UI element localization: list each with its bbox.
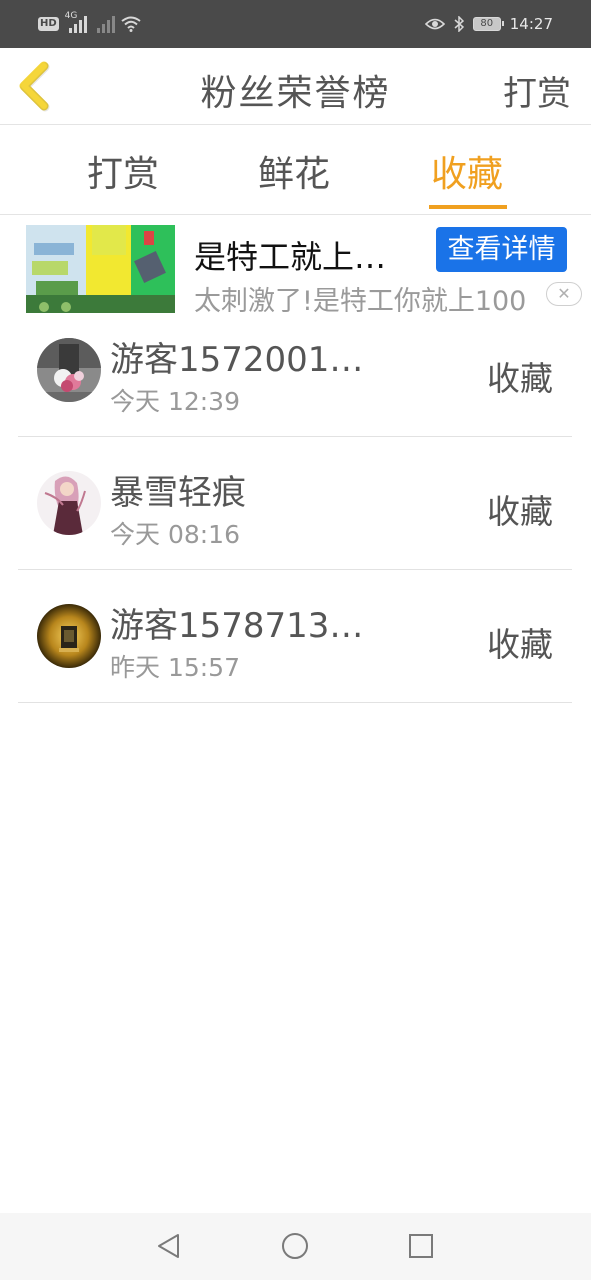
fan-action-label: 收藏 — [487, 625, 553, 664]
signal-icon: 4G — [65, 11, 87, 33]
status-bar: HD 4G 80 14:27 — [0, 0, 591, 48]
fan-time: 昨天 15:57 — [110, 653, 240, 682]
tab-favorites[interactable]: 收藏 — [431, 145, 503, 197]
recent-square-icon[interactable] — [406, 1231, 436, 1261]
view-details-button[interactable]: 查看详情 — [436, 227, 567, 272]
wifi-icon — [121, 16, 141, 32]
back-triangle-icon[interactable] — [154, 1231, 184, 1261]
avatar[interactable] — [37, 604, 101, 668]
status-left: HD 4G — [38, 11, 141, 35]
battery-icon: 80 — [472, 17, 504, 31]
fan-time: 今天 08:16 — [110, 520, 240, 549]
fan-action-label: 收藏 — [487, 492, 553, 531]
list-item[interactable]: 游客1572001… 今天 12:39 收藏 — [0, 304, 591, 437]
fan-time: 今天 12:39 — [110, 387, 240, 416]
reward-button[interactable]: 打赏 — [503, 66, 571, 115]
avatar[interactable] — [37, 471, 101, 535]
ad-banner[interactable]: 是特工就上… 查看详情 太刺激了!是特工你就上100 ✕ — [0, 216, 591, 317]
active-tab-indicator — [429, 205, 507, 209]
hd-icon: HD — [38, 17, 59, 31]
fan-name: 暴雪轻痕 — [110, 473, 246, 513]
fan-list: 游客1572001… 今天 12:39 收藏 暴雪轻痕 今天 08:16 收藏 — [0, 304, 591, 703]
fan-name: 游客1578713… — [110, 606, 364, 646]
fan-name: 游客1572001… — [110, 340, 364, 380]
fan-action-label: 收藏 — [487, 359, 553, 398]
close-icon[interactable]: ✕ — [546, 282, 582, 306]
tab-reward[interactable]: 打赏 — [87, 145, 159, 197]
app-screen: HD 4G 80 14:27 粉丝荣誉榜 打赏 打赏 鲜花 收藏 是特工就上… … — [0, 0, 591, 1280]
list-item[interactable]: 游客1578713… 昨天 15:57 收藏 — [0, 570, 591, 703]
home-circle-icon[interactable] — [280, 1231, 310, 1261]
divider — [18, 702, 572, 703]
ad-thumbnail[interactable] — [26, 225, 175, 313]
ad-title[interactable]: 是特工就上… — [194, 232, 386, 278]
tab-bar: 打赏 鲜花 收藏 — [0, 125, 591, 215]
tab-flowers[interactable]: 鲜花 — [258, 145, 330, 197]
signal-icon-sim2 — [93, 15, 115, 33]
list-item[interactable]: 暴雪轻痕 今天 08:16 收藏 — [0, 437, 591, 570]
status-right: 80 14:27 — [424, 13, 553, 35]
system-nav-bar — [0, 1213, 591, 1280]
clock: 14:27 — [509, 15, 553, 33]
avatar[interactable] — [37, 338, 101, 402]
eye-icon — [424, 18, 445, 30]
bluetooth-icon — [454, 16, 464, 32]
title-bar: 粉丝荣誉榜 打赏 — [0, 48, 591, 125]
